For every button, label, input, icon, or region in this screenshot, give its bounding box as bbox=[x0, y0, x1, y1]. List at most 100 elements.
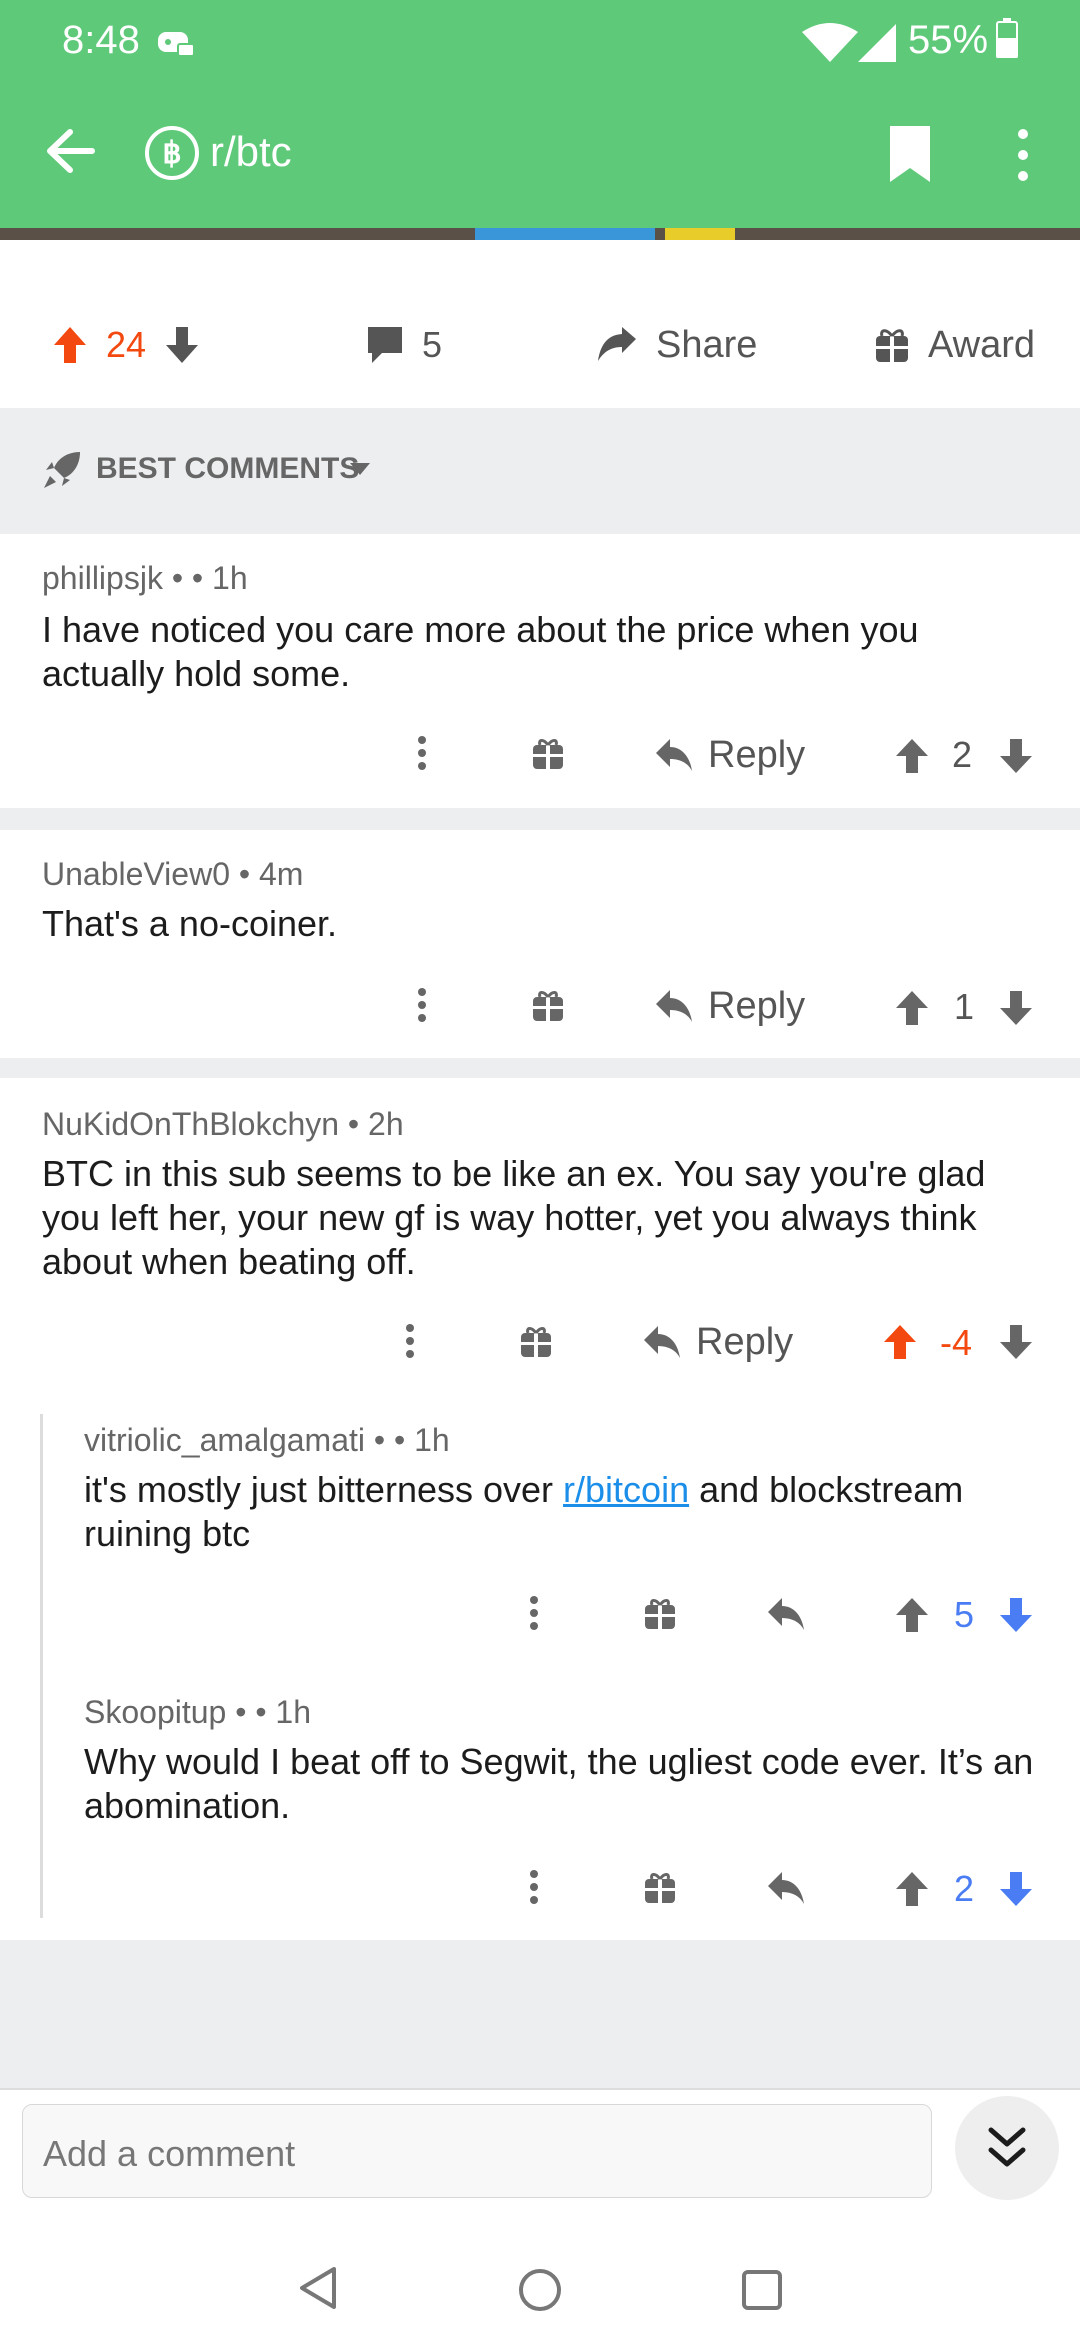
upvote-icon[interactable] bbox=[894, 989, 930, 1027]
back-arrow-icon[interactable] bbox=[46, 128, 96, 174]
comment-meta: NuKidOnThBlokchyn • 2h bbox=[42, 1106, 404, 1143]
comment-meta: vitriolic_amalgamati • • 1h bbox=[84, 1422, 450, 1459]
post-image-edge bbox=[0, 228, 1080, 240]
post-comment-count: 5 bbox=[422, 324, 443, 365]
divider bbox=[0, 1058, 1080, 1078]
award-button[interactable]: Award bbox=[874, 310, 1035, 380]
comment-time: • 2h bbox=[339, 1106, 404, 1142]
reply-label: Reply bbox=[708, 733, 806, 776]
more-icon[interactable] bbox=[528, 1596, 540, 1630]
comment-author[interactable]: vitriolic_amalgamati bbox=[84, 1422, 365, 1458]
comment-score: 1 bbox=[954, 986, 975, 1027]
rocket-icon bbox=[44, 452, 80, 488]
gift-icon[interactable] bbox=[644, 1871, 676, 1905]
comment-icon bbox=[368, 327, 402, 363]
app-bar: 8:48 55% ฿ r/btc bbox=[0, 0, 1080, 230]
svg-text:฿: ฿ bbox=[162, 137, 181, 170]
comment-author[interactable]: Skoopitup bbox=[84, 1694, 226, 1730]
more-icon[interactable] bbox=[416, 988, 428, 1022]
divider bbox=[0, 808, 1080, 830]
reply-label: Reply bbox=[708, 984, 806, 1027]
comment-time: • • 1h bbox=[364, 1422, 450, 1458]
battery-icon bbox=[996, 18, 1018, 58]
reply-button[interactable]: Reply bbox=[654, 725, 805, 785]
share-button[interactable]: Share bbox=[596, 310, 757, 380]
overflow-menu-icon[interactable] bbox=[1014, 126, 1032, 184]
comment-score: -4 bbox=[940, 1322, 973, 1363]
gift-icon[interactable] bbox=[532, 989, 564, 1023]
comment-author[interactable]: NuKidOnThBlokchyn bbox=[42, 1106, 339, 1142]
wifi-icon bbox=[802, 23, 858, 62]
upvote-icon[interactable] bbox=[894, 1870, 930, 1908]
more-icon[interactable] bbox=[528, 1870, 540, 1904]
more-icon[interactable] bbox=[404, 1324, 416, 1358]
reply-label: Reply bbox=[696, 1320, 794, 1363]
double-chevron-down-icon bbox=[988, 2127, 1026, 2167]
upvote-icon[interactable] bbox=[882, 1323, 918, 1361]
reply-icon[interactable] bbox=[766, 1870, 806, 1906]
downvote-icon[interactable] bbox=[998, 1596, 1034, 1634]
comment-time: • 4m bbox=[229, 856, 304, 892]
comment-meta: Skoopitup • • 1h bbox=[84, 1694, 311, 1731]
downvote-icon[interactable] bbox=[998, 737, 1034, 775]
award-label: Award bbox=[928, 323, 1036, 366]
cell-signal-icon bbox=[858, 24, 896, 62]
status-time: 8:48 bbox=[62, 18, 140, 62]
comment-time: • • 1h bbox=[226, 1694, 311, 1730]
post-comments-button[interactable]: 5 bbox=[366, 310, 442, 380]
comment-score: 2 bbox=[954, 1868, 975, 1909]
downvote-icon[interactable] bbox=[998, 989, 1034, 1027]
comment-text: it's mostly just bitterness over bbox=[84, 1469, 564, 1510]
add-comment-input[interactable]: Add a comment bbox=[22, 2104, 932, 2198]
sort-label[interactable]: BEST COMMENTS bbox=[96, 452, 359, 486]
comment-meta: phillipsjk • • 1h bbox=[42, 560, 248, 597]
reply-button[interactable]: Reply bbox=[654, 976, 805, 1036]
bitcoin-subreddit-icon: ฿ bbox=[145, 126, 199, 180]
nav-back-icon[interactable] bbox=[298, 2265, 338, 2311]
reply-icon bbox=[644, 1326, 680, 1358]
thread-line[interactable] bbox=[40, 1414, 43, 1918]
gift-icon[interactable] bbox=[520, 1325, 552, 1359]
comment-score: 2 bbox=[952, 734, 973, 775]
empty-area bbox=[0, 1940, 1080, 2090]
downvote-icon[interactable] bbox=[998, 1323, 1034, 1361]
more-icon[interactable] bbox=[416, 736, 428, 770]
comment-meta: UnableView0 • 4m bbox=[42, 856, 303, 893]
gift-icon bbox=[876, 329, 908, 362]
post-score: 24 bbox=[106, 324, 147, 365]
subreddit-name[interactable]: r/btc bbox=[210, 128, 292, 176]
reply-icon[interactable] bbox=[766, 1596, 806, 1632]
share-icon bbox=[598, 327, 636, 361]
upvote-icon[interactable] bbox=[894, 1596, 930, 1634]
post-vote-group: 24 bbox=[52, 310, 200, 380]
collapse-comments-button[interactable] bbox=[955, 2096, 1059, 2200]
reply-icon bbox=[656, 990, 692, 1022]
gift-icon[interactable] bbox=[532, 737, 564, 771]
comment-body: That's a no-coiner. bbox=[42, 903, 338, 944]
share-label: Share bbox=[656, 323, 758, 366]
bookmark-icon[interactable] bbox=[886, 124, 934, 184]
subreddit-link[interactable]: r/bitcoin bbox=[563, 1469, 689, 1510]
reply-icon bbox=[656, 739, 692, 771]
comment-author[interactable]: phillipsjk bbox=[42, 560, 163, 596]
system-nav-bar bbox=[0, 2215, 1080, 2340]
comment-time: • • 1h bbox=[162, 560, 248, 596]
upvote-icon[interactable] bbox=[894, 737, 930, 775]
comment-author[interactable]: UnableView0 bbox=[42, 856, 230, 892]
comment-body: it's mostly just bitterness over r/bitco… bbox=[84, 1468, 1034, 1556]
game-controller-icon bbox=[158, 32, 195, 57]
comment-body: Why would I beat off to Segwit, the ugli… bbox=[84, 1741, 1034, 1826]
chevron-down-icon[interactable] bbox=[349, 462, 371, 476]
comment-body: BTC in this sub seems to be like an ex. … bbox=[42, 1153, 986, 1282]
nav-home-icon[interactable] bbox=[517, 2267, 563, 2313]
app-screen: { "status_bar": {"time": "8:48", "batter… bbox=[0, 0, 1080, 2340]
comment-score: 5 bbox=[954, 1594, 975, 1635]
nav-recents-icon[interactable] bbox=[741, 2269, 783, 2311]
battery-percent: 55% bbox=[908, 18, 989, 62]
gift-icon[interactable] bbox=[644, 1597, 676, 1631]
downvote-icon[interactable] bbox=[998, 1870, 1034, 1908]
downvote-icon[interactable] bbox=[164, 325, 200, 365]
upvote-icon[interactable] bbox=[52, 325, 88, 365]
divider bbox=[0, 2088, 1080, 2090]
reply-button[interactable]: Reply bbox=[642, 1312, 793, 1372]
